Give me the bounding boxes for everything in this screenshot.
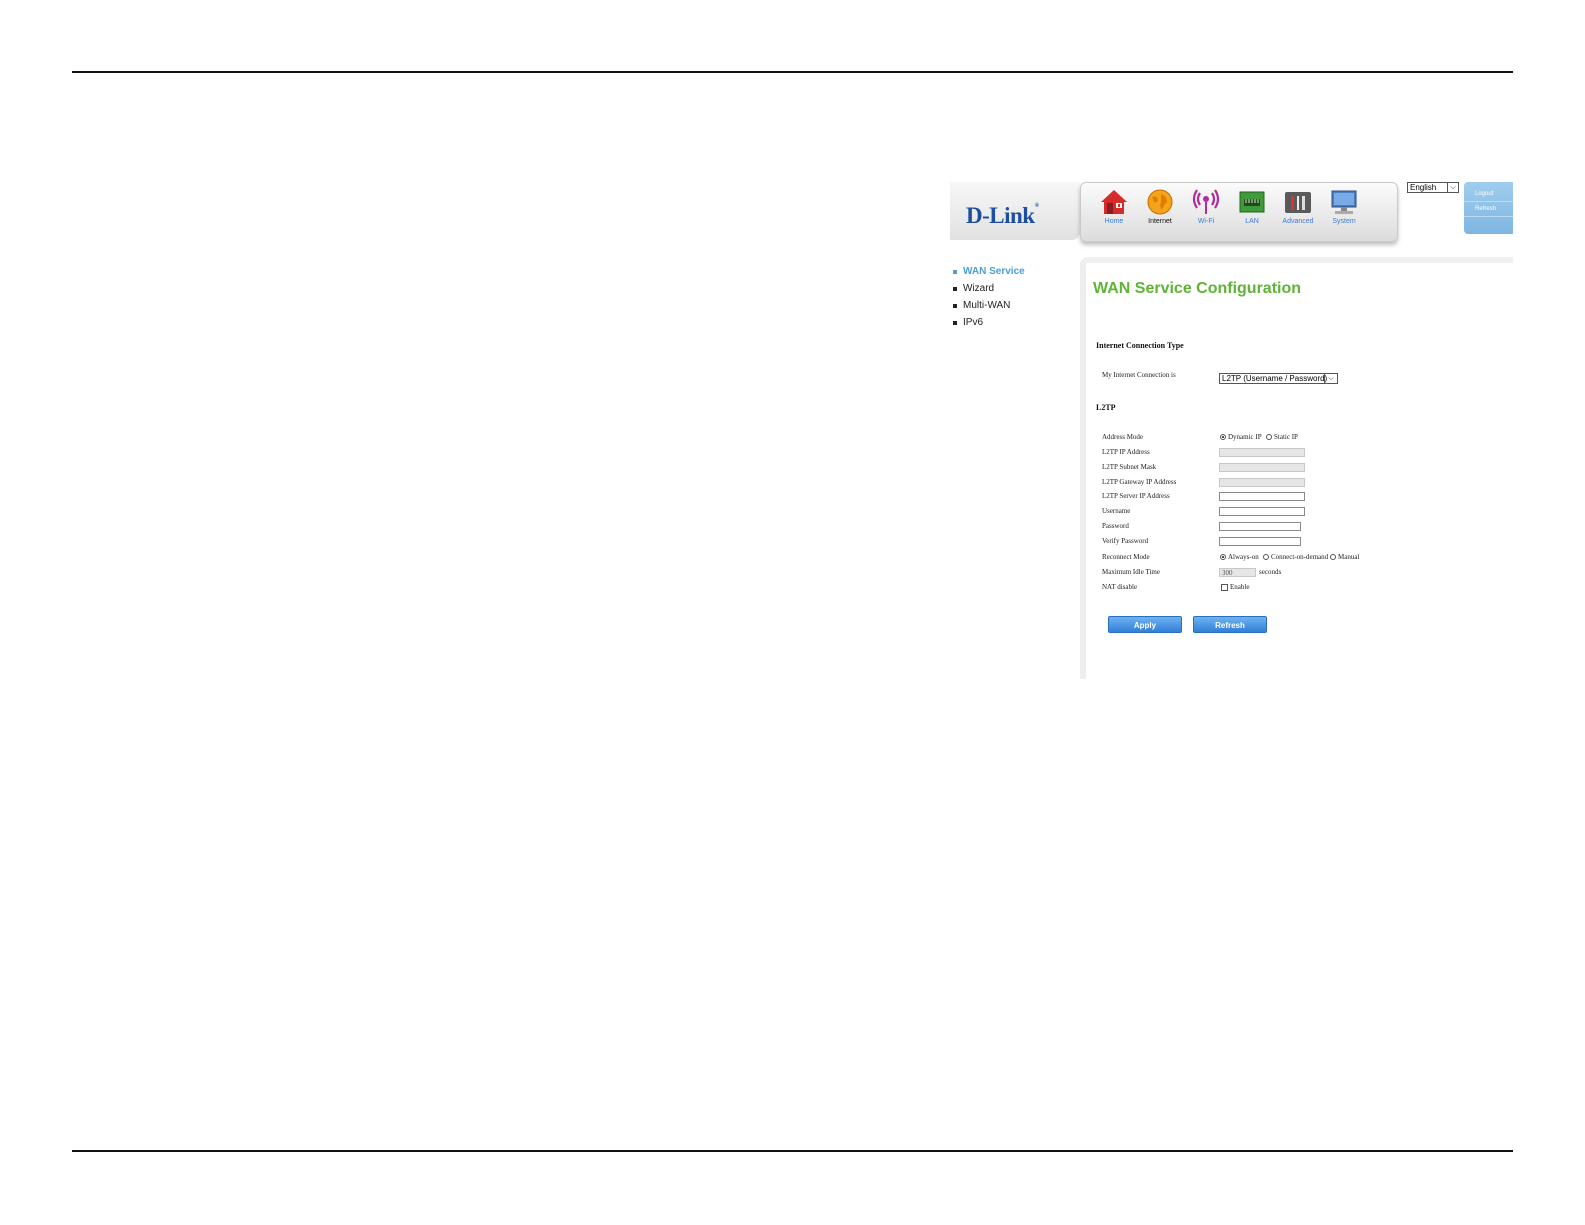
always-on-option[interactable]: Always-on — [1220, 553, 1259, 561]
monitor-icon — [1331, 190, 1357, 214]
nav-advanced-label: Advanced — [1282, 218, 1314, 225]
nav-home-label: Home — [1104, 218, 1124, 225]
top-rule — [72, 71, 1513, 73]
bullet-icon — [953, 286, 957, 291]
refresh-link[interactable]: Refresh — [1464, 202, 1513, 217]
bullet-icon — [953, 269, 957, 274]
nav-lan[interactable]: LAN — [1229, 187, 1275, 235]
nav-system-label: System — [1332, 218, 1356, 225]
static-ip-label: Static IP — [1274, 433, 1298, 441]
reconnect-mode-label: Reconnect Mode — [1102, 553, 1150, 561]
connection-type-select[interactable]: L2TP (Username / Password) ⌵ — [1219, 373, 1338, 384]
nav-system[interactable]: System — [1321, 187, 1367, 235]
max-idle-label: Maximum Idle Time — [1102, 568, 1160, 576]
dynamic-ip-option[interactable]: Dynamic IP — [1220, 433, 1262, 441]
language-value: English — [1410, 183, 1437, 192]
connection-type-heading: Internet Connection Type — [1096, 341, 1184, 350]
always-on-label: Always-on — [1228, 553, 1259, 561]
refresh-button[interactable]: Refresh — [1193, 616, 1267, 633]
static-ip-option[interactable]: Static IP — [1266, 433, 1298, 441]
connection-label: My Internet Connection is — [1102, 371, 1176, 379]
account-panel: Logout Refresh — [1464, 182, 1513, 234]
bullet-icon — [953, 303, 957, 308]
nat-disable-label: NAT disable — [1102, 583, 1138, 591]
password-label: Password — [1102, 522, 1129, 530]
nav-internet-label: Internet — [1148, 218, 1172, 225]
username-field[interactable] — [1219, 507, 1305, 516]
nav-advanced[interactable]: Advanced — [1275, 187, 1321, 235]
language-select[interactable]: English ⌵ — [1407, 182, 1459, 193]
chevron-down-icon: ⌵ — [1324, 374, 1337, 383]
logout-link[interactable]: Logout — [1464, 187, 1513, 202]
sidebar-item-wizard[interactable]: Wizard — [953, 280, 1025, 297]
connect-on-demand-option[interactable]: Connect-on-demand — [1263, 553, 1328, 561]
server-ip-label: L2TP Server IP Address — [1102, 492, 1170, 500]
subnet-mask-label: L2TP Subnet Mask — [1102, 463, 1157, 471]
verify-password-label: Verify Password — [1102, 537, 1149, 545]
username-label: Username — [1102, 507, 1131, 515]
dlink-logo: D-Link® — [966, 203, 1039, 228]
home-icon — [1101, 190, 1127, 214]
seconds-label: seconds — [1259, 568, 1282, 576]
bullet-icon — [953, 320, 957, 325]
verify-password-field[interactable] — [1219, 537, 1301, 546]
sidebar-item-label: WAN Service — [963, 266, 1025, 277]
connection-type-value: L2TP (Username / Password) — [1222, 374, 1328, 383]
l2tp-heading: L2TP — [1096, 403, 1116, 412]
sidebar-item-label: Wizard — [963, 283, 995, 294]
nav-wifi-label: Wi-Fi — [1197, 218, 1215, 225]
top-nav: Home Internet Wi-Fi LAN Advanced System — [1080, 182, 1398, 242]
gateway-ip-label: L2TP Gateway IP Address — [1102, 478, 1177, 486]
radio-connect-on-demand[interactable] — [1263, 554, 1269, 560]
nav-lan-label: LAN — [1245, 218, 1259, 225]
sidebar-menu: WAN Service Wizard Multi-WAN IPv6 — [953, 263, 1025, 331]
lan-icon — [1239, 191, 1265, 213]
nat-enable-checkbox[interactable] — [1221, 583, 1228, 591]
chevron-down-icon: ⌵ — [1447, 183, 1458, 192]
page-title: WAN Service Configuration — [1093, 280, 1302, 297]
password-field[interactable] — [1219, 522, 1301, 531]
logo-area: D-Link® — [950, 182, 1080, 240]
subnet-mask-field[interactable] — [1219, 463, 1305, 472]
nav-wifi[interactable]: Wi-Fi — [1183, 187, 1229, 235]
nat-enable-option[interactable]: Enable — [1221, 583, 1249, 591]
globe-icon — [1147, 189, 1173, 215]
address-mode-label: Address Mode — [1102, 433, 1144, 441]
radio-static-ip[interactable] — [1266, 434, 1272, 440]
apply-button[interactable]: Apply — [1108, 616, 1182, 633]
bottom-rule — [72, 1150, 1513, 1152]
nav-home[interactable]: Home — [1091, 187, 1137, 235]
nat-enable-label: Enable — [1230, 583, 1250, 591]
sidebar-item-label: Multi-WAN — [963, 300, 1011, 311]
radio-manual[interactable] — [1330, 554, 1336, 560]
router-screenshot: English ⌵ D-Link® Home Internet Wi-Fi LA… — [950, 174, 1513, 679]
l2tp-ip-field[interactable] — [1219, 448, 1305, 457]
max-idle-field[interactable]: 300 — [1219, 568, 1256, 577]
dynamic-ip-label: Dynamic IP — [1228, 433, 1262, 441]
tools-icon — [1285, 192, 1311, 213]
manual-option[interactable]: Manual — [1330, 553, 1359, 561]
nav-internet[interactable]: Internet — [1137, 187, 1183, 235]
sidebar-item-multi-wan[interactable]: Multi-WAN — [953, 297, 1025, 314]
content-panel: WAN Service Configuration Internet Conne… — [1080, 257, 1513, 679]
connect-on-demand-label: Connect-on-demand — [1271, 553, 1329, 561]
l2tp-ip-label: L2TP IP Address — [1102, 448, 1150, 456]
sidebar-item-label: IPv6 — [963, 317, 984, 328]
radio-always-on[interactable] — [1220, 554, 1226, 560]
radio-dynamic-ip[interactable] — [1220, 434, 1226, 440]
sidebar-item-wan-service[interactable]: WAN Service — [953, 263, 1025, 280]
gateway-ip-field[interactable] — [1219, 478, 1305, 487]
sidebar-item-ipv6[interactable]: IPv6 — [953, 314, 1025, 331]
manual-label: Manual — [1338, 553, 1360, 561]
wifi-icon — [1192, 189, 1220, 214]
server-ip-field[interactable] — [1219, 492, 1305, 501]
